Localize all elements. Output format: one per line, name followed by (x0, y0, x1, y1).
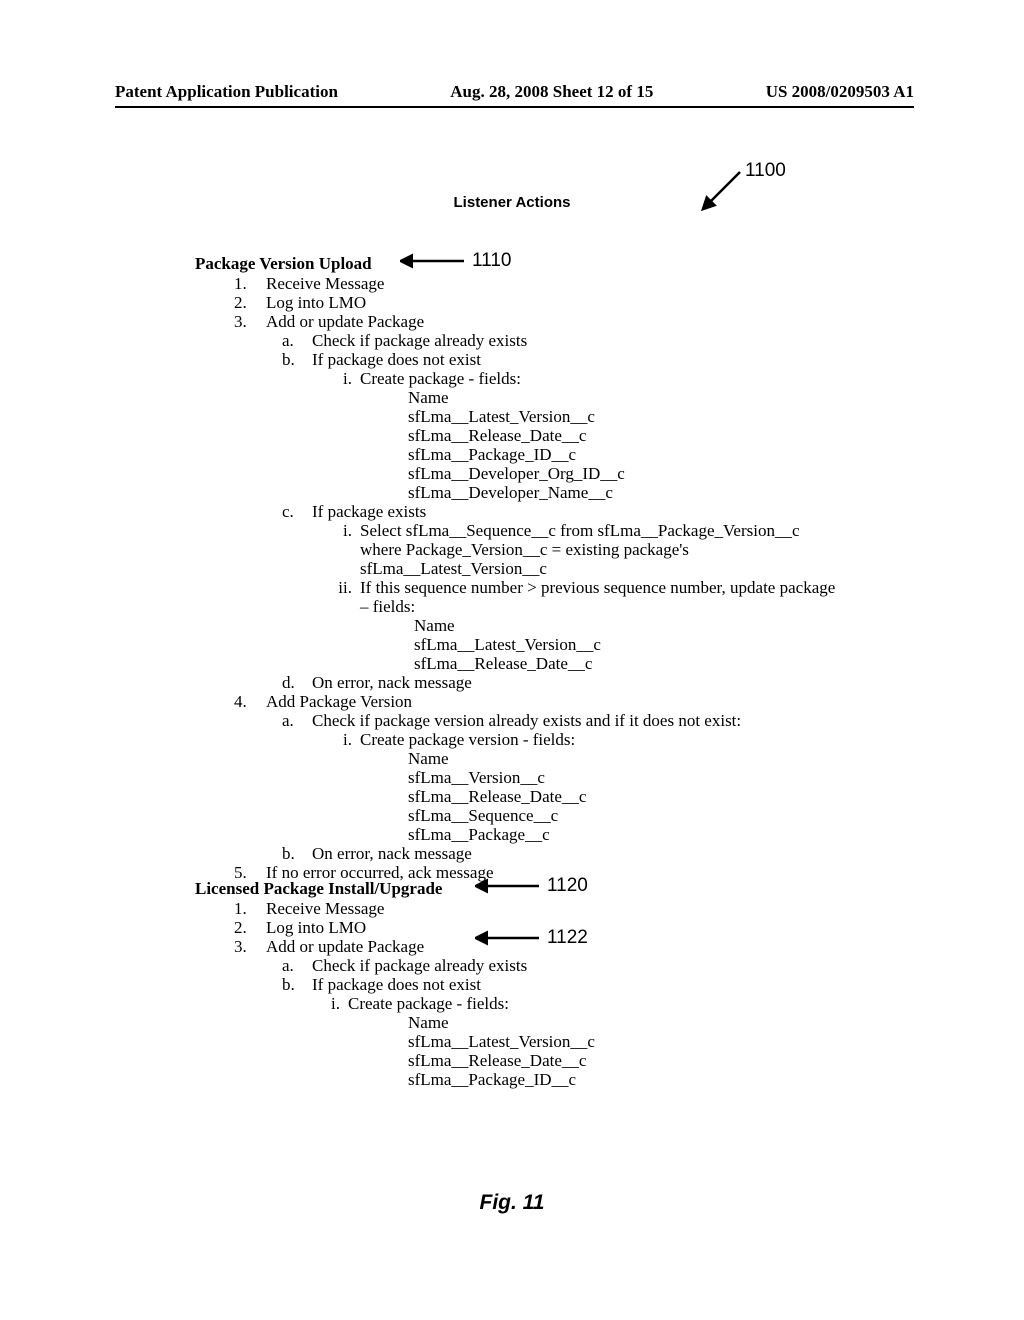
field: sfLma__Release_Date__c (408, 787, 835, 806)
text: Add or update Package (266, 937, 424, 956)
text: sfLma__Latest_Version__c (360, 559, 835, 578)
text: Check if package already exists (312, 956, 527, 975)
diagram-title: Listener Actions (0, 194, 1024, 211)
text: – fields: (360, 597, 835, 616)
text: On error, nack message (312, 844, 472, 863)
text: Log into LMO (266, 918, 366, 937)
field: Name (414, 616, 835, 635)
text: Receive Message (266, 899, 384, 918)
upload-list: 1.Receive Message 2.Log into LMO 3.Add o… (234, 274, 835, 882)
text: Create package - fields: (348, 994, 509, 1013)
field: Name (408, 749, 835, 768)
list-item: d.On error, nack message (282, 673, 835, 692)
page: Patent Application Publication Aug. 28, … (0, 0, 1024, 1320)
list-item: i.Create package - fields: (318, 369, 835, 388)
left-arrow-icon (475, 876, 547, 896)
field: sfLma__Latest_Version__c (408, 1032, 595, 1051)
field: sfLma__Package_ID__c (408, 445, 835, 464)
text: Create package version - fields: (360, 730, 575, 749)
text: If package does not exist (312, 350, 481, 369)
field: sfLma__Developer_Name__c (408, 483, 835, 502)
list-item: 4.Add Package Version (234, 692, 835, 711)
field: sfLma__Developer_Org_ID__c (408, 464, 835, 483)
text: Receive Message (266, 274, 384, 293)
upload-heading: Package Version Upload (195, 254, 372, 274)
text: Add or update Package (266, 312, 424, 331)
field: sfLma__Release_Date__c (408, 426, 835, 445)
text: If package does not exist (312, 975, 481, 994)
callout-1100: 1100 (745, 160, 786, 182)
list-item: c.If package exists (282, 502, 835, 521)
text: Log into LMO (266, 293, 366, 312)
field: sfLma__Release_Date__c (414, 654, 835, 673)
field: sfLma__Release_Date__c (408, 1051, 595, 1070)
field: sfLma__Latest_Version__c (414, 635, 835, 654)
list-item: 1.Receive Message (234, 899, 595, 918)
install-heading: Licensed Package Install/Upgrade (195, 879, 442, 899)
text: Select sfLma__Sequence__c from sfLma__Pa… (360, 521, 800, 540)
left-arrow-icon (400, 251, 472, 271)
header-center: Aug. 28, 2008 Sheet 12 of 15 (450, 82, 653, 102)
list-item: i.Select sfLma__Sequence__c from sfLma__… (318, 521, 835, 578)
callout-1110: 1110 (400, 250, 511, 272)
install-list: 1.Receive Message 2.Log into LMO 3.Add o… (234, 899, 595, 1089)
field: Name (408, 1013, 595, 1032)
text: Check if package version already exists … (312, 711, 741, 730)
callout-1120: 1120 (475, 875, 588, 897)
list-item: 2.Log into LMO (234, 293, 835, 312)
figure-caption: Fig. 11 (0, 1191, 1024, 1215)
field: sfLma__Sequence__c (408, 806, 835, 825)
field: sfLma__Package__c (408, 825, 835, 844)
page-header: Patent Application Publication Aug. 28, … (115, 82, 914, 102)
field: sfLma__Package_ID__c (408, 1070, 595, 1089)
list-item: b.If package does not exist (282, 975, 595, 994)
list-item: i.Create package version - fields: (318, 730, 835, 749)
list-item: a.Check if package already exists (282, 956, 595, 975)
list-item: b.If package does not exist (282, 350, 835, 369)
text: Create package - fields: (360, 369, 521, 388)
list-item: 3.Add or update Package (234, 312, 835, 331)
list-item: a.Check if package already exists (282, 331, 835, 350)
list-item: 1.Receive Message (234, 274, 835, 293)
field: Name (408, 388, 835, 407)
list-item: i.Create package - fields: (306, 994, 595, 1013)
text: where Package_Version__c = existing pack… (360, 540, 835, 559)
text: Add Package Version (266, 692, 412, 711)
header-right: US 2008/0209503 A1 (766, 82, 914, 102)
list-item: b.On error, nack message (282, 844, 835, 863)
list-item: a.Check if package version already exist… (282, 711, 835, 730)
text: If this sequence number > previous seque… (360, 578, 835, 597)
list-item: 2.Log into LMO (234, 918, 595, 937)
list-item: ii.If this sequence number > previous se… (318, 578, 835, 616)
list-item: 3.Add or update Package (234, 937, 595, 956)
field: sfLma__Version__c (408, 768, 835, 787)
callout-1110-label: 1110 (472, 250, 511, 272)
text: On error, nack message (312, 673, 472, 692)
text: If package exists (312, 502, 426, 521)
text: Check if package already exists (312, 331, 527, 350)
callout-1120-label: 1120 (547, 875, 588, 897)
header-left: Patent Application Publication (115, 82, 338, 102)
header-rule (115, 106, 914, 108)
field: sfLma__Latest_Version__c (408, 407, 835, 426)
